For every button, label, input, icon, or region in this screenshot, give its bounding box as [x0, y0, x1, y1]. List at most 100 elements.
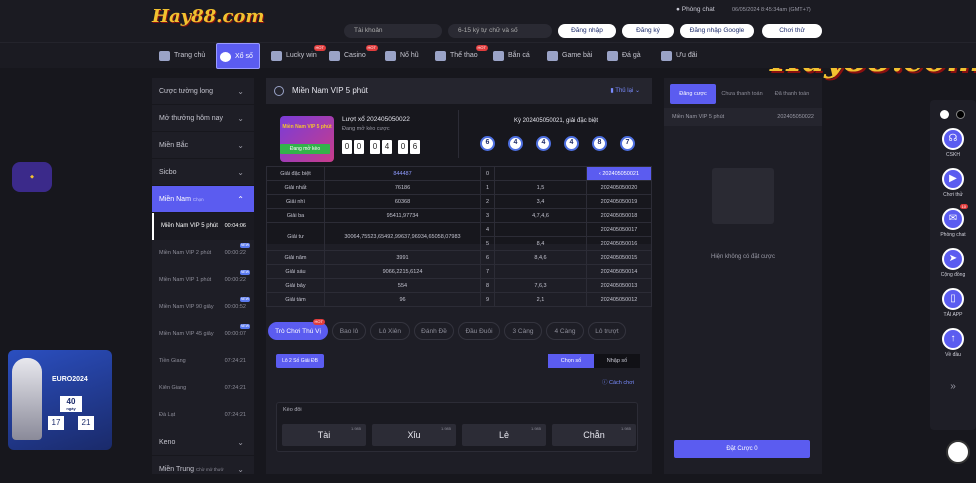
period-row[interactable]: 202405050012: [586, 292, 652, 307]
dock-top[interactable]: ↑ Về đầu: [938, 328, 968, 358]
game-title: Miền Nam VIP 5 phút: [292, 86, 368, 95]
dock-community[interactable]: ➤ Cộng đồng: [938, 248, 968, 278]
tab-unsettled[interactable]: Chưa thanh toán: [718, 84, 766, 104]
sub-item-vip45[interactable]: Miền Nam VIP 45 giây 00:00:07 NEW: [152, 321, 254, 348]
bet-tai-button[interactable]: Tài 1.985: [282, 424, 366, 446]
rules-link[interactable]: ▮ Thủ lại ⌄: [610, 78, 640, 104]
nav-cards[interactable]: Game bài: [544, 43, 594, 69]
tab-dau-duoi[interactable]: Đầu Đuôi: [458, 322, 500, 340]
chevron-down-icon: ⌄: [237, 141, 244, 150]
subtype-lo2-button[interactable]: Lô 2 Số Giải ĐB: [276, 354, 324, 368]
sidebar-item-sicbo[interactable]: Sicbo ⌄: [152, 159, 254, 186]
collapse-dock-icon[interactable]: »: [938, 378, 968, 396]
period-row[interactable]: 202405050018: [586, 208, 652, 223]
nav-home[interactable]: Trang chủ: [156, 43, 208, 69]
tab-3-cang[interactable]: 3 Càng: [504, 322, 542, 340]
slot-icon: [385, 51, 396, 61]
sidebar-item-mien-bac[interactable]: Miền Bắc ⌄: [152, 132, 254, 159]
tab-bao-lo[interactable]: Bao lô: [332, 322, 366, 340]
sub-item-tien-giang[interactable]: Tiền Giang 07:24:21: [152, 348, 254, 375]
new-badge: NEW: [239, 297, 250, 302]
status-button[interactable]: Đang mở kèo: [280, 144, 330, 154]
play-icon: ▶: [942, 168, 964, 190]
tab-lo-xien[interactable]: Lô Xiên: [370, 322, 410, 340]
period-row[interactable]: 202405050015: [586, 250, 652, 265]
period-row[interactable]: 202405050017: [586, 222, 652, 237]
theme-light-toggle[interactable]: [940, 110, 949, 119]
period-row[interactable]: 202405050016: [586, 236, 652, 251]
hot-badge: HOT: [313, 45, 326, 51]
tab-betting[interactable]: Đăng cược: [670, 84, 716, 104]
sub-item-vip90[interactable]: Miền Nam VIP 90 giây 00:00:52 NEW: [152, 294, 254, 321]
sub-item-da-lat[interactable]: Đà Lạt 07:24:21: [152, 402, 254, 429]
tab-fun-games[interactable]: Trò Chơi Thú Vị HOT: [268, 319, 328, 340]
period-selected[interactable]: ‹ 202405050021: [586, 166, 652, 181]
period-row[interactable]: 202405050014: [586, 264, 652, 279]
how-to-play-link[interactable]: ⓘ Cách chơi: [602, 378, 634, 386]
bet-le-button[interactable]: Lẻ 1.985: [462, 424, 546, 446]
nav-slots[interactable]: Nổ hũ: [382, 43, 422, 69]
period-row[interactable]: 202405050019: [586, 194, 652, 209]
section-title: Kèo đôi: [283, 407, 302, 413]
password-input[interactable]: 6-15 ký tự chữ và số: [448, 24, 552, 38]
dock-app[interactable]: ▯ TẢI APP: [938, 288, 968, 318]
countdown-digit: 0: [370, 140, 380, 154]
sidebar-item-mien-nam[interactable]: Miền Nam Chọn ⌃: [152, 186, 254, 213]
sidebar-item-mien-trung[interactable]: Miền Trung Chờ mở thưở ⌄: [152, 456, 254, 483]
chevron-down-icon: ⌄: [237, 114, 244, 123]
lottery-icon: [220, 52, 231, 62]
result-ball: 6: [480, 136, 495, 151]
period-row[interactable]: 202405050020: [586, 180, 652, 195]
google-login-button[interactable]: Đăng nhập Google: [680, 24, 754, 38]
nav-promotions[interactable]: Ưu đãi: [658, 43, 702, 69]
ball-icon: [435, 51, 446, 61]
dock-trial[interactable]: ▶ Chơi thử: [938, 168, 968, 198]
chevron-down-icon: ⌄: [237, 438, 244, 447]
slip-game: Miền Nam VIP 5 phút: [672, 114, 725, 120]
select-number-toggle[interactable]: Chọn số: [548, 354, 594, 368]
chevron-up-icon: ⌃: [237, 195, 244, 204]
trial-button[interactable]: Chơi thử: [762, 24, 822, 38]
nav-cockfight[interactable]: Đá gà: [604, 43, 648, 69]
headset-icon: ☊: [942, 128, 964, 150]
nav-luckywin[interactable]: Lucky win HOT: [268, 43, 326, 69]
nav-lottery[interactable]: Xổ số: [216, 43, 260, 69]
euro-promo-widget[interactable]: EURO2024 40 ngày 17 21: [8, 350, 112, 450]
sub-item-vip1[interactable]: Miền Nam VIP 1 phút 00:00:22 NEW: [152, 267, 254, 294]
clock: 06/05/2024 8:45:34am (GMT+7): [732, 7, 811, 13]
result-ball: 8: [592, 136, 607, 151]
period-row[interactable]: 202405050013: [586, 278, 652, 293]
sub-item-vip5[interactable]: Miền Nam VIP 5 phút 00:04:06: [152, 213, 254, 240]
support-chat-link[interactable]: ● Phòng chat: [676, 6, 715, 13]
floating-lottery-mascot[interactable]: ◆: [12, 162, 52, 192]
dock-chat[interactable]: ✉ Phòng chat 10: [938, 204, 968, 238]
tab-lo-truot[interactable]: Lô trượt: [588, 322, 626, 340]
nav-sports[interactable]: Thể thao HOT: [432, 43, 488, 69]
sub-item-vip2[interactable]: Miền Nam VIP 2 phút 00:00:22 NEW: [152, 240, 254, 267]
sidebar-item-keno[interactable]: Keno ⌄: [152, 429, 254, 456]
bet-xiu-button[interactable]: Xỉu 1.985: [372, 424, 456, 446]
sidebar-item-today[interactable]: Mở thưởng hôm nay ⌄: [152, 105, 254, 132]
place-bet-button[interactable]: Đặt Cược 0: [674, 440, 810, 458]
tab-4-cang[interactable]: 4 Càng: [546, 322, 584, 340]
nav-casino[interactable]: Casino HOT: [326, 43, 378, 69]
sub-item-kien-giang[interactable]: Kiên Giang 07:24:21: [152, 375, 254, 402]
clock-time: 06/05/2024 8:45:34am: [732, 7, 788, 13]
bet-chan-button[interactable]: Chẵn 1.985: [552, 424, 636, 446]
slip-period: 202405050022: [777, 114, 814, 120]
input-number-toggle[interactable]: Nhập số: [594, 354, 640, 368]
tab-settled[interactable]: Đã thanh toán: [768, 84, 816, 104]
game-header: Miền Nam VIP 5 phút ▮ Thủ lại ⌄: [266, 78, 652, 104]
dock-cskh[interactable]: ☊ CSKH: [938, 128, 968, 158]
tab-danh-de[interactable]: Đánh Đề: [414, 322, 454, 340]
arrow-up-icon: ↑: [942, 328, 964, 350]
empty-box-icon: [712, 168, 774, 224]
theme-dark-toggle[interactable]: [956, 110, 965, 119]
register-button[interactable]: Đăng ký: [622, 24, 674, 38]
nav-fishing[interactable]: Bắn cá: [490, 43, 534, 69]
login-button[interactable]: Đăng nhập: [558, 24, 616, 38]
agent-avatar[interactable]: [946, 440, 970, 464]
username-input[interactable]: Tài khoản: [344, 24, 442, 38]
site-logo[interactable]: Hay88.com: [152, 6, 272, 36]
sidebar-item-dragon[interactable]: Cược tường long ⌄: [152, 78, 254, 105]
